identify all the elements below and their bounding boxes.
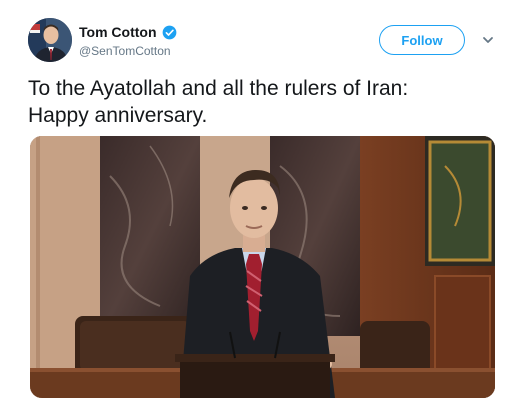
tweet-text: To the Ayatollah and all the rulers of I…: [28, 75, 498, 129]
tweet-card: Tom Cotton @SenTomCotton Follow To the A…: [0, 0, 520, 404]
chevron-down-icon[interactable]: [481, 33, 495, 47]
display-name[interactable]: Tom Cotton: [79, 24, 157, 40]
avatar[interactable]: [28, 18, 72, 62]
follow-button[interactable]: Follow: [379, 25, 465, 55]
tweet-text-line: To the Ayatollah and all the rulers of I…: [28, 77, 409, 100]
author-name-row: Tom Cotton: [79, 24, 177, 40]
tweet-text-line: Happy anniversary.: [28, 104, 208, 127]
user-handle[interactable]: @SenTomCotton: [79, 44, 171, 58]
verified-badge-icon: [162, 25, 176, 39]
senate-floor-photo: [30, 136, 495, 398]
avatar-image: [28, 18, 72, 62]
tweet-media-image[interactable]: [30, 136, 495, 398]
